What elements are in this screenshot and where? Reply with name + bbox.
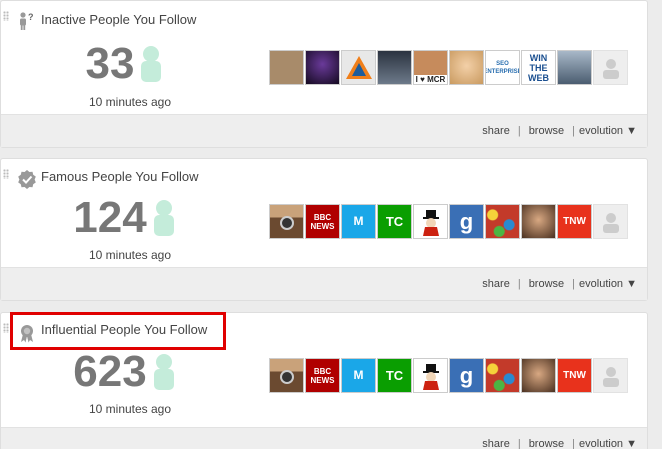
win-the-web-logo[interactable]: WIN THE WEB: [521, 50, 556, 85]
browse-link[interactable]: browse: [529, 278, 564, 290]
follow-count: 33: [1, 41, 251, 87]
gizmodo-logo[interactable]: g: [449, 204, 484, 239]
separator: |: [572, 125, 576, 137]
card-title: Famous People You Follow: [41, 169, 199, 184]
count-value: 33: [85, 39, 135, 88]
inactive-person-icon: ?: [20, 12, 34, 30]
monopoly-man-logo[interactable]: [413, 204, 448, 239]
updated-time: 10 minutes ago: [88, 95, 172, 109]
instagram-logo[interactable]: [269, 358, 304, 393]
default-avatar[interactable]: [593, 358, 628, 393]
drag-handle[interactable]: [3, 169, 9, 179]
count-value: 623: [73, 347, 147, 396]
separator: |: [517, 278, 521, 290]
ghost-user-icon: [141, 46, 162, 82]
share-link[interactable]: share: [482, 278, 510, 290]
separator: |: [517, 438, 521, 449]
group-photo[interactable]: [557, 50, 592, 85]
footer-links: share | browse | evolution ▼: [482, 278, 637, 290]
card-footer: share | browse | evolution ▼: [1, 427, 647, 449]
monopoly-man-logo[interactable]: [413, 358, 448, 393]
updated-time: 10 minutes ago: [88, 402, 172, 416]
share-link[interactable]: share: [482, 125, 510, 137]
default-avatar[interactable]: [593, 50, 628, 85]
man-with-cap-photo[interactable]: [377, 50, 412, 85]
techcrunch-logo[interactable]: TC: [377, 358, 412, 393]
follow-count: 623: [1, 349, 251, 395]
drag-handle[interactable]: [3, 323, 9, 333]
gumballs-photo[interactable]: [485, 204, 520, 239]
instagram-logo[interactable]: [269, 204, 304, 239]
man-photo[interactable]: [269, 50, 304, 85]
card-inactive-people: ? Inactive People You Follow 33 10 minut…: [0, 0, 648, 148]
seo-enterprise-logo[interactable]: SEO ENTERPRISE: [485, 50, 520, 85]
avatar-strip: I ♥ MCR SEO ENTERPRISE WIN THE WEB: [269, 50, 628, 85]
footer-links: share | browse | evolution ▼: [482, 125, 637, 137]
ghost-user-icon: [153, 200, 174, 236]
drag-handle[interactable]: [3, 11, 9, 21]
card-title: Inactive People You Follow: [41, 12, 197, 27]
mashable-logo[interactable]: M: [341, 358, 376, 393]
updated-time: 10 minutes ago: [88, 248, 172, 262]
dark-purple-photo[interactable]: [305, 50, 340, 85]
evolution-dropdown[interactable]: evolution ▼: [579, 125, 637, 137]
techcrunch-logo[interactable]: TC: [377, 204, 412, 239]
highlight-box: [10, 312, 226, 350]
footer-links: share | browse | evolution ▼: [482, 438, 637, 449]
gizmodo-logo[interactable]: g: [449, 358, 484, 393]
mashable-logo[interactable]: M: [341, 204, 376, 239]
card-footer: share | browse | evolution ▼: [1, 267, 647, 300]
smiling-man-photo[interactable]: [521, 204, 556, 239]
evolution-dropdown[interactable]: evolution ▼: [579, 438, 637, 449]
tnw-logo[interactable]: TNW: [557, 358, 592, 393]
blonde-woman-photo[interactable]: [449, 50, 484, 85]
smiling-man-photo[interactable]: [521, 358, 556, 393]
default-avatar[interactable]: [593, 204, 628, 239]
gumballs-photo[interactable]: [485, 358, 520, 393]
svg-text:?: ?: [28, 12, 34, 22]
count-value: 124: [73, 193, 147, 242]
bbc-news-logo[interactable]: BBC NEWS: [305, 358, 340, 393]
avatar-strip: BBC NEWS M TC g TNW: [269, 204, 628, 239]
browse-link[interactable]: browse: [529, 438, 564, 449]
separator: |: [572, 438, 576, 449]
evolution-dropdown[interactable]: evolution ▼: [579, 278, 637, 290]
share-link[interactable]: share: [482, 438, 510, 449]
browse-link[interactable]: browse: [529, 125, 564, 137]
separator: |: [572, 278, 576, 290]
card-footer: share | browse | evolution ▼: [1, 114, 647, 147]
avatar-strip: BBC NEWS M TC g TNW: [269, 358, 628, 393]
follow-count: 124: [1, 195, 251, 241]
ghost-user-icon: [153, 354, 174, 390]
i-love-mcr-photo[interactable]: I ♥ MCR: [413, 50, 448, 85]
orange-house-logo[interactable]: [341, 50, 376, 85]
tnw-logo[interactable]: TNW: [557, 204, 592, 239]
bbc-news-logo[interactable]: BBC NEWS: [305, 204, 340, 239]
verified-badge-icon: [18, 170, 36, 189]
separator: |: [517, 125, 521, 137]
card-famous-people: Famous People You Follow 124 10 minutes …: [0, 158, 648, 301]
